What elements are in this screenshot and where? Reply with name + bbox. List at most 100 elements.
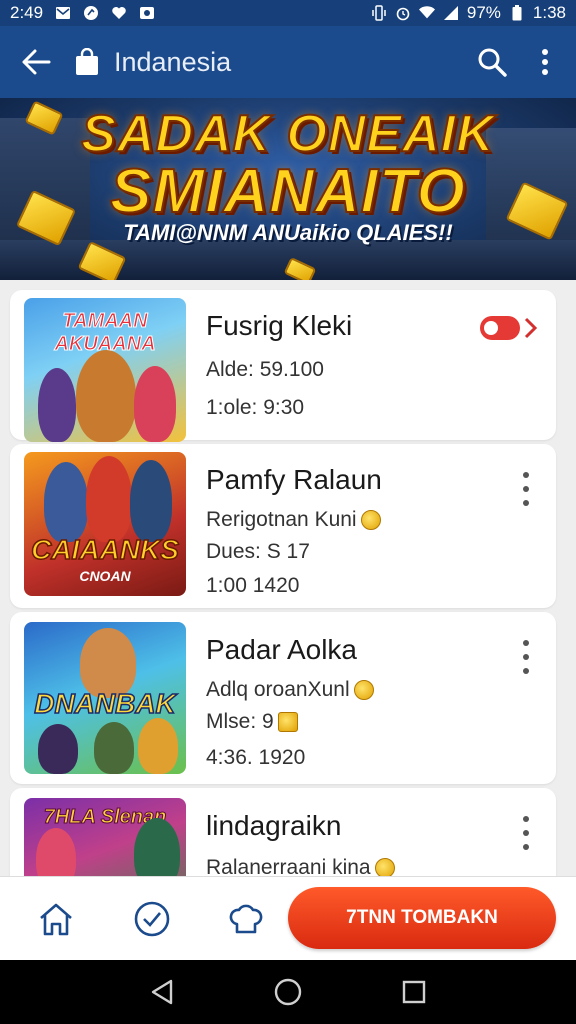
character-figure: [44, 462, 88, 542]
dot: [523, 640, 529, 646]
item-more-button[interactable]: [516, 816, 536, 850]
coin-icon: [360, 510, 381, 530]
item-info: Pamfy Ralaun Rerigotnan Kuni Dues: S 17 …: [206, 464, 382, 598]
system-nav-bar: [0, 960, 576, 1024]
character-figure: [76, 350, 136, 442]
game-thumbnail: TAMAAN AKUAANA: [24, 298, 186, 442]
item-detail-text: Mlse: 9: [206, 710, 274, 733]
chef-button[interactable]: [226, 899, 266, 939]
item-detail: Rerigotnan Kuni: [206, 508, 382, 532]
app-title: Indanesia: [114, 46, 232, 77]
item-name: Padar Aolka: [206, 634, 357, 665]
battery-icon: [509, 5, 525, 21]
item-detail: Alde: 59.100: [206, 358, 324, 381]
wifi-icon: [418, 5, 435, 21]
image-notification-icon: [139, 5, 155, 21]
thumbnail-title: CAIAANKS: [30, 533, 179, 566]
banner-headline-2: SMIANAITO: [109, 156, 466, 227]
back-arrow-icon: [22, 49, 51, 75]
list-item[interactable]: 7HLA Slenan lindagraikn Ralanerraani kin…: [10, 788, 556, 876]
battery-percent: 97%: [466, 3, 501, 22]
dot: [523, 486, 529, 492]
item-more-button[interactable]: [516, 640, 536, 674]
banner-tagline: TAMI@NNM ANUaikio QLAIES!!: [123, 220, 453, 245]
app-notification-icon: [83, 5, 99, 21]
dot: [523, 844, 529, 850]
item-name: Pamfy Ralaun: [206, 464, 382, 495]
status-time-right: 1:38: [532, 3, 566, 22]
game-thumbnail: 7HLA Slenan: [24, 798, 186, 876]
item-info: lindagraikn Ralanerraani kina: [206, 810, 395, 876]
screen: 2:49 97% 1:38 Indanesia SADAK ONEAIK SMI…: [0, 0, 576, 1024]
overflow-menu-button[interactable]: [520, 34, 570, 90]
back-button[interactable]: [0, 26, 72, 98]
item-detail-text: Ralanerraani kina: [206, 856, 371, 876]
check-circle-icon: [134, 901, 170, 937]
check-button[interactable]: [132, 899, 172, 939]
character-figure: [86, 456, 132, 542]
item-name: lindagraikn: [206, 810, 342, 841]
coin-icon: [353, 680, 374, 700]
chef-hat-icon: [229, 904, 263, 934]
gift-icon: [277, 712, 298, 732]
bottom-bar: 7TNN TOMBAKN: [0, 876, 576, 960]
list-item[interactable]: CAIAANKS CNOAN Pamfy Ralaun Rerigotnan K…: [10, 444, 556, 608]
character-figure: [94, 722, 134, 774]
primary-action-button[interactable]: 7TNN TOMBAKN: [288, 887, 556, 949]
character-figure: [130, 460, 172, 542]
item-info: Padar Aolka Adlq oroanXunl Mlse: 9 4:36.…: [206, 634, 374, 770]
character-figure: [38, 368, 76, 442]
search-button[interactable]: [464, 34, 520, 90]
game-thumbnail: CAIAANKS CNOAN: [24, 452, 186, 596]
system-back-button[interactable]: [146, 976, 178, 1008]
dot: [523, 668, 529, 674]
item-detail-text: Rerigotnan Kuni: [206, 508, 357, 531]
item-detail: 1:00 1420: [206, 574, 300, 597]
item-detail: 4:36. 1920: [206, 746, 306, 769]
signal-icon: [443, 5, 459, 21]
dot: [523, 816, 529, 822]
promo-banner[interactable]: SADAK ONEAIK SMIANAITO TAMI@NNM ANUaikio…: [0, 98, 576, 280]
home-icon: [40, 903, 72, 936]
item-detail: Adlq oroanXunl: [206, 678, 374, 702]
heart-notification-icon: [111, 5, 127, 21]
home-button[interactable]: [36, 899, 76, 939]
item-more-button[interactable]: [516, 472, 536, 506]
character-figure: [138, 718, 178, 774]
thumbnail-subtitle: CNOAN: [79, 568, 131, 584]
dot: [523, 654, 529, 660]
circle-home-icon: [274, 978, 302, 1006]
dot: [523, 472, 529, 478]
character-figure: [134, 366, 176, 442]
system-home-button[interactable]: [272, 976, 304, 1008]
item-detail: Mlse: 9: [206, 710, 374, 734]
chevron-right-icon: [524, 317, 538, 339]
item-toggle[interactable]: [480, 316, 538, 340]
list-item[interactable]: TAMAAN AKUAANA Fusrig Kleki Alde: 59.100…: [10, 290, 556, 442]
alarm-icon: [395, 5, 411, 21]
item-name: Fusrig Kleki: [206, 310, 353, 341]
item-detail: 1:ole: 9:30: [206, 396, 305, 419]
list-item[interactable]: DNANBAK Padar Aolka Adlq oroanXunl Mlse:…: [10, 612, 556, 784]
dot: [523, 500, 529, 506]
system-recents-button[interactable]: [398, 976, 430, 1008]
triangle-back-icon: [151, 979, 173, 1005]
thumbnail-title: DNANBAK: [33, 687, 176, 720]
more-vertical-icon: [542, 49, 548, 75]
square-recents-icon: [402, 980, 426, 1004]
character-figure: [36, 828, 76, 876]
mail-icon: [55, 5, 71, 21]
app-bar: Indanesia: [0, 26, 576, 98]
item-detail: Ralanerraani kina: [206, 856, 395, 876]
item-detail-text: Adlq oroanXunl: [206, 678, 350, 701]
status-time-left: 2:49: [10, 3, 44, 22]
game-thumbnail: DNANBAK: [24, 622, 186, 774]
item-detail: Dues: S 17: [206, 540, 310, 563]
status-bar: 2:49 97% 1:38: [0, 0, 576, 26]
character-figure: [38, 724, 78, 774]
dot: [523, 830, 529, 836]
search-icon: [478, 48, 507, 77]
vibrate-icon: [371, 5, 387, 21]
game-list: TAMAAN AKUAANA Fusrig Kleki Alde: 59.100…: [0, 280, 576, 876]
banner-headline-1: SADAK ONEAIK: [80, 104, 495, 164]
